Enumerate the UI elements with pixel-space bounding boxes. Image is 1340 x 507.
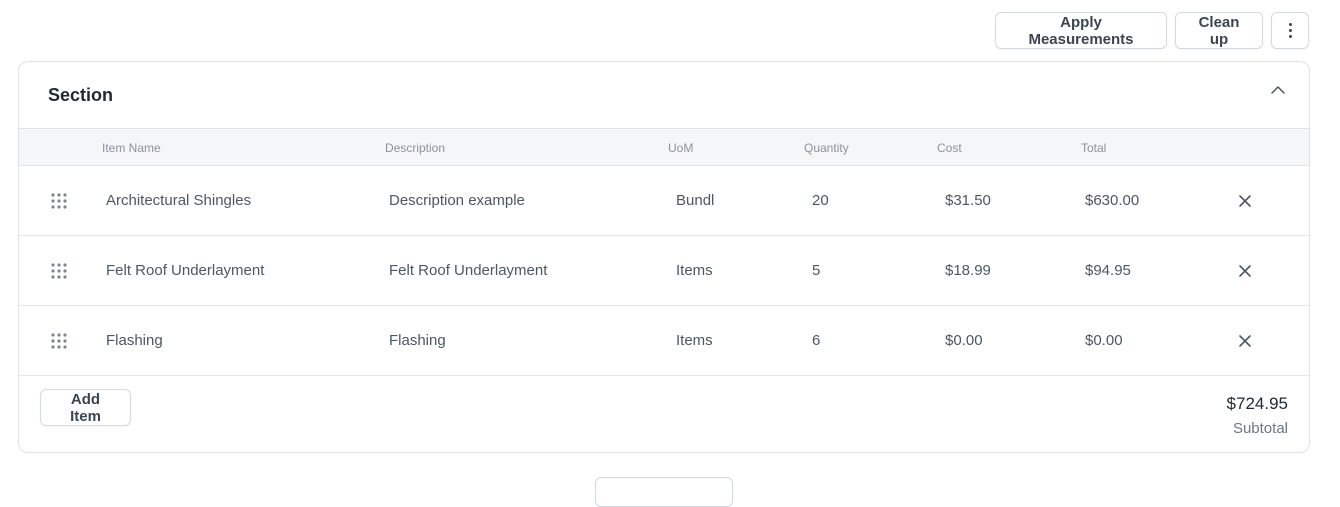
item-description[interactable]: Description example <box>389 192 525 209</box>
table-row: Architectural Shingles Description examp… <box>19 166 1309 236</box>
column-header-quantity: Quantity <box>804 141 849 155</box>
item-quantity[interactable]: 5 <box>812 262 820 279</box>
column-header-total: Total <box>1081 141 1107 155</box>
section-card: Section Item Name Description UoM Quanti… <box>18 61 1310 453</box>
section-header: Section <box>19 62 1309 129</box>
subtotal-label: Subtotal <box>1232 420 1288 437</box>
item-quantity[interactable]: 20 <box>812 192 829 209</box>
close-icon[interactable] <box>1237 193 1253 209</box>
item-name[interactable]: Felt Roof Underlayment <box>106 262 264 279</box>
item-cost[interactable]: $0.00 <box>945 332 983 349</box>
chevron-up-icon <box>1271 85 1285 94</box>
drag-handle-icon[interactable] <box>51 333 67 349</box>
item-cost[interactable]: $31.50 <box>945 192 991 209</box>
add-item-button[interactable]: Add Item <box>40 389 131 426</box>
item-description[interactable]: Felt Roof Underlayment <box>389 262 547 279</box>
column-header-cost: Cost <box>937 141 962 155</box>
kebab-vertical-icon <box>1288 23 1292 38</box>
clean-up-button[interactable]: Clean up <box>1175 12 1263 49</box>
item-name[interactable]: Flashing <box>106 332 163 349</box>
item-uom[interactable]: Bundl <box>676 192 714 209</box>
item-cost[interactable]: $18.99 <box>945 262 991 279</box>
item-total: $0.00 <box>1085 332 1123 349</box>
table-row: Flashing Flashing Items 6 $0.00 $0.00 <box>19 306 1309 376</box>
table-row: Felt Roof Underlayment Felt Roof Underla… <box>19 236 1309 306</box>
column-header-description: Description <box>385 141 446 155</box>
partial-button[interactable] <box>595 477 733 507</box>
column-header-uom: UoM <box>668 141 694 155</box>
close-icon[interactable] <box>1237 263 1253 279</box>
item-name[interactable]: Architectural Shingles <box>106 192 251 209</box>
collapse-section-button[interactable] <box>1266 77 1290 101</box>
drag-handle-icon[interactable] <box>51 193 67 209</box>
section-title: Section <box>48 84 114 105</box>
item-total: $94.95 <box>1085 262 1131 279</box>
item-description[interactable]: Flashing <box>389 332 446 349</box>
apply-measurements-button[interactable]: Apply Measurements <box>995 12 1167 49</box>
more-options-button[interactable] <box>1271 12 1309 49</box>
drag-handle-icon[interactable] <box>51 263 67 279</box>
item-quantity[interactable]: 6 <box>812 332 820 349</box>
item-total: $630.00 <box>1085 192 1140 209</box>
table-header: Item Name Description UoM Quantity Cost … <box>19 129 1309 166</box>
item-uom[interactable]: Items <box>676 262 713 279</box>
section-footer: Add Item $724.95 Subtotal <box>19 376 1309 451</box>
item-uom[interactable]: Items <box>676 332 713 349</box>
toolbar: Apply Measurements Clean up <box>995 12 1309 49</box>
close-icon[interactable] <box>1237 333 1253 349</box>
column-header-item-name: Item Name <box>102 141 161 155</box>
subtotal-value: $724.95 <box>1226 394 1288 413</box>
